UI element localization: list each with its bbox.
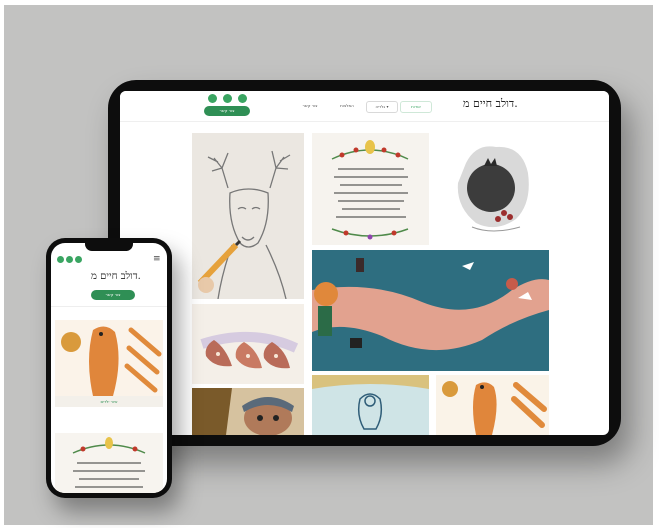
gallery-image-river[interactable]: [312, 250, 549, 371]
river-illustration: [312, 250, 549, 371]
site-logo[interactable]: דולב חיים מ.: [91, 271, 141, 282]
contact-button[interactable]: צור קשר: [204, 106, 250, 116]
tablet-screen: צור קשר צור קשר המלצות גלריה ▾ אודות דול…: [120, 91, 609, 435]
gallery-image-pinecones[interactable]: [192, 304, 304, 384]
nav-gallery[interactable]: גלריה ▾: [366, 101, 398, 113]
frame-border: [0, 0, 4, 528]
frame-border: [653, 0, 659, 528]
whatsapp-icon[interactable]: [75, 256, 82, 263]
site-logo[interactable]: דולב חיים מ.: [463, 97, 518, 110]
facebook-icon[interactable]: [208, 94, 217, 103]
nav-about[interactable]: אודות: [400, 101, 432, 113]
phone-screen: ≡ דולב חיים מ. צור קשר איור ילדים: [51, 243, 167, 493]
gallery-image-blessing[interactable]: [55, 433, 163, 493]
gallery-image-blessing[interactable]: [312, 133, 429, 245]
facebook-icon[interactable]: [57, 256, 64, 263]
gallery-image-meerkat[interactable]: [55, 320, 163, 396]
frame-border: [0, 0, 659, 5]
deer-sketch-illustration: [192, 133, 304, 299]
blessing-text-illustration: [312, 133, 429, 245]
contact-button[interactable]: צור קשר: [91, 290, 135, 300]
phone-device: ≡ דולב חיים מ. צור קשר איור ילדים: [46, 238, 172, 498]
gallery-image-pomegranate[interactable]: [436, 133, 549, 245]
pomegranate-illustration: [436, 133, 549, 245]
gallery-image-character[interactable]: [192, 388, 304, 435]
blessing-text-illustration: [55, 433, 163, 493]
site-header: צור קשר צור קשר המלצות גלריה ▾ אודות דול…: [120, 91, 609, 122]
nav-contact[interactable]: צור קשר: [295, 101, 325, 111]
nav-testimonials[interactable]: המלצות: [332, 101, 362, 111]
phone-notch: [85, 243, 133, 251]
whatsapp-icon[interactable]: [238, 94, 247, 103]
divider: [51, 306, 167, 307]
hamburger-menu-icon[interactable]: ≡: [153, 254, 161, 264]
meerkat-illustration: [436, 375, 549, 435]
blue-figure-illustration: [312, 375, 429, 435]
mail-icon[interactable]: [66, 256, 73, 263]
gallery-image-blue-figure[interactable]: [312, 375, 429, 435]
mockup-scene: צור קשר צור קשר המלצות גלריה ▾ אודות דול…: [0, 0, 659, 528]
meerkat-illustration: [55, 320, 163, 396]
pinecones-illustration: [192, 304, 304, 384]
tablet-device: צור קשר צור קשר המלצות גלריה ▾ אודות דול…: [108, 80, 621, 446]
mail-icon[interactable]: [223, 94, 232, 103]
image-caption: איור ילדים: [55, 396, 163, 407]
gallery-image-meerkat[interactable]: [436, 375, 549, 435]
gallery-image-deer[interactable]: [192, 133, 304, 299]
character-illustration: [192, 388, 304, 435]
